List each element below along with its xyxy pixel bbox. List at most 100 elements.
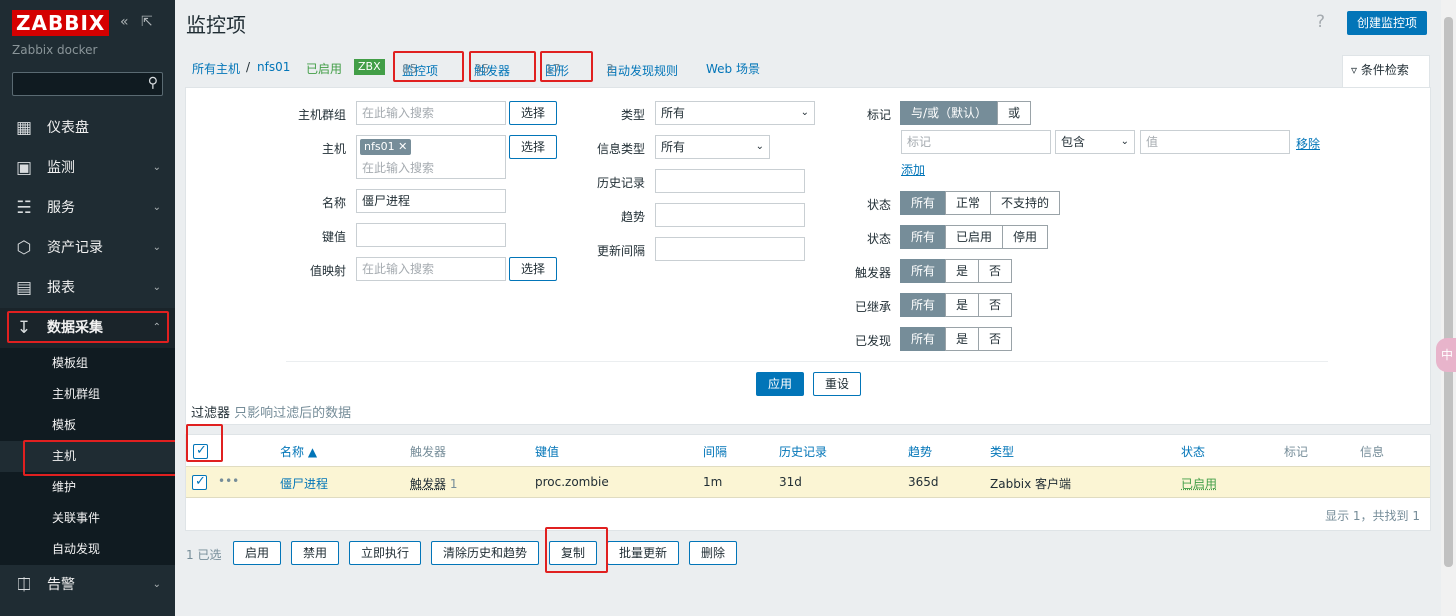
discovered-option-all[interactable]: 所有 xyxy=(900,327,947,351)
host-status[interactable]: 已启用 xyxy=(306,60,342,77)
reset-button[interactable]: 重设 xyxy=(813,372,861,396)
mass-update-button[interactable]: 批量更新 xyxy=(607,541,679,565)
scrollbar-thumb[interactable] xyxy=(1444,17,1453,567)
tag-operator-select[interactable]: 包含 ⌄ xyxy=(1055,130,1135,154)
history-input[interactable] xyxy=(655,169,805,193)
menu-item-services[interactable]: ☵ 服务 ⌄ xyxy=(0,188,175,228)
filter-tab[interactable]: ▿ 条件检索 xyxy=(1342,55,1430,88)
page-title: 监控项 xyxy=(186,13,246,37)
inherited-option-yes[interactable]: 是 xyxy=(945,293,980,317)
breadcrumb-host[interactable]: nfs01 xyxy=(257,60,290,74)
info-type-select[interactable]: 所有 ⌄ xyxy=(655,135,770,159)
column-header-name[interactable]: 名称 ▲ xyxy=(280,443,317,460)
enable-button[interactable]: 启用 xyxy=(233,541,281,565)
breadcrumb-all-hosts[interactable]: 所有主机 xyxy=(192,60,240,77)
item-status-link[interactable]: 已启用 xyxy=(1181,475,1217,492)
sidebar-search-input[interactable]: ⚲ xyxy=(12,72,163,96)
submenu-label: 模板 xyxy=(52,418,77,432)
submenu-item-template-groups[interactable]: 模板组 xyxy=(0,348,175,379)
state-toggle: 所有 正常 不支持的 xyxy=(900,191,1061,215)
column-header-type[interactable]: 类型 xyxy=(990,443,1014,460)
update-interval-input[interactable] xyxy=(655,237,805,261)
inherited-option-no[interactable]: 否 xyxy=(978,293,1013,317)
nav-discovery-count: 3 xyxy=(606,62,614,76)
submenu-item-maintenance[interactable]: 维护 xyxy=(0,472,175,503)
menu-item-alerts[interactable]: ⎅ 告警 ⌄ xyxy=(0,565,175,605)
clear-history-button[interactable]: 清除历史和趋势 xyxy=(431,541,539,565)
filter-panel: 主机群组 在此输入搜索 选择 主机 nfs01 ✕ 在此输入搜索 选择 名称 僵… xyxy=(185,87,1431,425)
tag-value-input[interactable]: 值 xyxy=(1140,130,1290,154)
table-stats: 显示 1，共找到 1 xyxy=(1325,509,1420,523)
tag-add-link[interactable]: 添加 xyxy=(901,161,925,178)
info-type-select-value: 所有 xyxy=(661,140,686,154)
tags-and-or-option[interactable]: 与/或（默认） xyxy=(900,101,999,125)
hosts-select-button[interactable]: 选择 xyxy=(509,135,557,159)
search-icon[interactable]: ⚲ xyxy=(148,75,158,91)
row-menu-icon[interactable]: ••• xyxy=(218,474,239,488)
item-triggers[interactable]: 触发器 1 xyxy=(410,475,457,492)
select-all-checkbox[interactable] xyxy=(193,443,208,459)
state-option-all[interactable]: 所有 xyxy=(900,191,947,215)
status-option-disabled[interactable]: 停用 xyxy=(1002,225,1049,249)
copy-button[interactable]: 复制 xyxy=(549,541,597,565)
tag-name-input[interactable]: 标记 xyxy=(901,130,1051,154)
close-icon[interactable]: ✕ xyxy=(398,140,407,153)
discovered-option-yes[interactable]: 是 xyxy=(945,327,980,351)
zabbix-logo[interactable]: ZABBIX xyxy=(12,10,110,36)
delete-button[interactable]: 删除 xyxy=(689,541,737,565)
submenu-item-hosts[interactable]: 主机 xyxy=(0,441,175,472)
inherited-option-all[interactable]: 所有 xyxy=(900,293,947,317)
column-header-key[interactable]: 键值 xyxy=(535,443,559,460)
host-chip[interactable]: nfs01 ✕ xyxy=(360,139,412,155)
submenu-item-templates[interactable]: 模板 xyxy=(0,410,175,441)
discovered-option-no[interactable]: 否 xyxy=(978,327,1013,351)
column-header-trends[interactable]: 趋势 xyxy=(908,443,932,460)
triggers-option-no[interactable]: 否 xyxy=(978,259,1013,283)
triggers-option-yes[interactable]: 是 xyxy=(945,259,980,283)
submenu-item-host-groups[interactable]: 主机群组 xyxy=(0,379,175,410)
trends-input[interactable] xyxy=(655,203,805,227)
tags-or-option[interactable]: 或 xyxy=(997,101,1032,125)
disable-button[interactable]: 禁用 xyxy=(291,541,339,565)
menu-item-dashboard[interactable]: ▦ 仪表盘 xyxy=(0,108,175,148)
chevron-down-icon: ⌄ xyxy=(152,162,161,173)
apply-button[interactable]: 应用 xyxy=(756,372,804,396)
submenu-item-event-correlation[interactable]: 关联事件 xyxy=(0,503,175,534)
name-input[interactable]: 僵尸进程 xyxy=(356,189,506,213)
menu-item-inventory[interactable]: ⬡ 资产记录 ⌄ xyxy=(0,228,175,268)
state-option-unsupported[interactable]: 不支持的 xyxy=(990,191,1061,215)
kiosk-mode-icon[interactable]: ⇱ xyxy=(141,14,153,30)
chevron-down-icon: ⌄ xyxy=(755,141,764,152)
triggers-option-all[interactable]: 所有 xyxy=(900,259,947,283)
column-header-interval[interactable]: 间隔 xyxy=(703,443,727,460)
menu-item-monitoring[interactable]: ▣ 监测 ⌄ xyxy=(0,148,175,188)
menu-label: 告警 xyxy=(47,577,75,593)
status-option-all[interactable]: 所有 xyxy=(900,225,947,249)
submenu-item-discovery[interactable]: 自动发现 xyxy=(0,534,175,565)
help-icon[interactable]: ? xyxy=(1316,12,1325,32)
status-option-enabled[interactable]: 已启用 xyxy=(945,225,1004,249)
menu-item-data-collection[interactable]: ↧ 数据采集 ⌃ xyxy=(0,308,175,348)
host-groups-input[interactable]: 在此输入搜索 xyxy=(356,101,506,125)
nav-web-tab[interactable]: Web 场景 xyxy=(706,60,760,77)
column-header-status[interactable]: 状态 xyxy=(1181,443,1205,460)
floating-input-widget[interactable]: 中 xyxy=(1436,338,1456,372)
value-map-select-button[interactable]: 选择 xyxy=(509,257,557,281)
sidebar-controls: « ⇱ xyxy=(120,14,161,30)
column-header-history[interactable]: 历史记录 xyxy=(779,443,827,460)
tag-remove-link[interactable]: 移除 xyxy=(1296,135,1320,152)
host-groups-select-button[interactable]: 选择 xyxy=(509,101,557,125)
state-option-normal[interactable]: 正常 xyxy=(945,191,992,215)
item-name-link[interactable]: 僵尸进程 xyxy=(280,475,328,492)
page-scrollbar[interactable] xyxy=(1441,0,1456,616)
collapse-sidebar-icon[interactable]: « xyxy=(120,14,129,30)
menu-item-reports[interactable]: ▤ 报表 ⌄ xyxy=(0,268,175,308)
type-select[interactable]: 所有 ⌄ xyxy=(655,101,815,125)
tag-operator-value: 包含 xyxy=(1061,135,1086,149)
row-checkbox[interactable] xyxy=(192,474,207,490)
key-input[interactable] xyxy=(356,223,506,247)
hosts-multiselect[interactable]: nfs01 ✕ 在此输入搜索 xyxy=(356,135,506,179)
execute-now-button[interactable]: 立即执行 xyxy=(349,541,421,565)
value-map-input[interactable]: 在此输入搜索 xyxy=(356,257,506,281)
create-item-button[interactable]: 创建监控项 xyxy=(1347,11,1428,35)
